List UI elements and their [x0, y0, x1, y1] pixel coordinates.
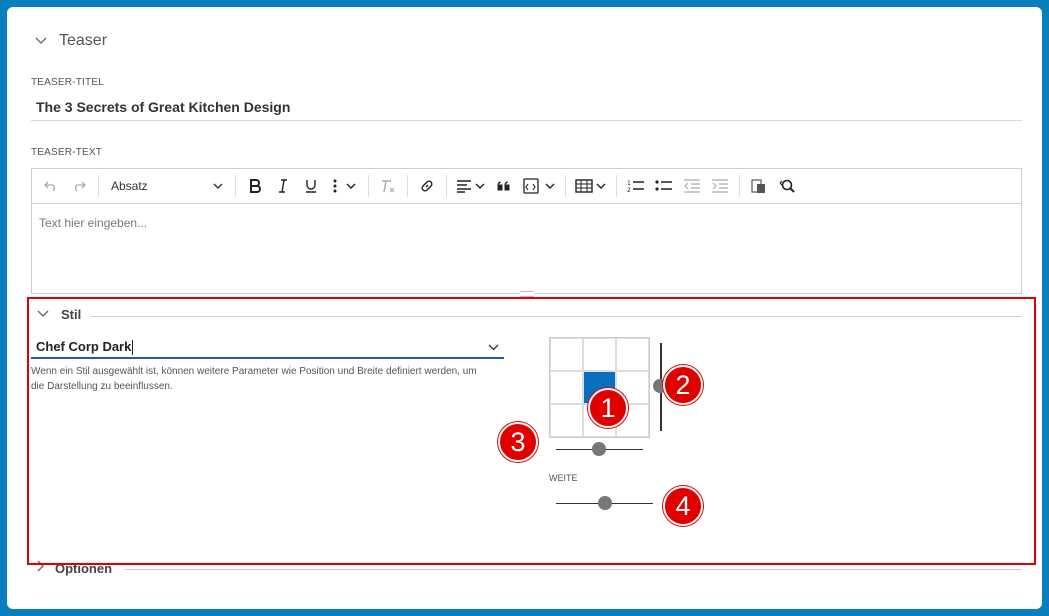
chevron-right-icon [37, 559, 45, 577]
optionen-section-title: Optionen [55, 560, 113, 576]
position-cell[interactable] [616, 338, 649, 371]
position-cell[interactable] [550, 404, 583, 437]
position-cell[interactable] [583, 338, 616, 371]
divider [91, 316, 1022, 317]
teaser-title-input[interactable]: The 3 Secrets of Great Kitchen Design [31, 93, 1022, 121]
editor-resize-handle[interactable] [520, 291, 534, 297]
stil-section-header[interactable]: Stil [37, 305, 81, 323]
style-help-text: Wenn ein Stil ausgewählt ist, können wei… [31, 366, 477, 392]
optionen-section-header[interactable]: Optionen [37, 559, 112, 577]
teaser-card: Teaser TEASER-TITEL The 3 Secrets of Gre… [7, 7, 1042, 609]
toolbar-separator [98, 175, 99, 197]
teaser-section-header[interactable]: Teaser [33, 29, 107, 53]
undo-icon[interactable] [38, 173, 64, 199]
toolbar-separator [565, 175, 566, 197]
style-select-value: Chef Corp Dark [36, 338, 134, 356]
svg-text:1: 1 [627, 180, 631, 187]
svg-text:2: 2 [627, 187, 631, 193]
toolbar-separator [368, 175, 369, 197]
align-icon[interactable] [453, 173, 489, 199]
annotation-badge-1: 1 [588, 388, 628, 428]
paste-icon[interactable] [746, 173, 772, 199]
chevron-down-icon [33, 33, 49, 49]
more-icon[interactable] [326, 173, 362, 199]
title-label: TEASER-TITEL [31, 77, 104, 88]
blockquote-icon[interactable] [491, 173, 517, 199]
underline-icon[interactable] [298, 173, 324, 199]
bold-icon[interactable] [242, 173, 268, 199]
source-icon[interactable] [519, 173, 559, 199]
annotation-badge-3: 3 [498, 422, 538, 462]
chevron-down-icon [488, 344, 499, 350]
annotation-badge-2: 2 [663, 365, 703, 405]
text-label: TEASER-TEXT [31, 147, 103, 158]
teaser-title-value: The 3 Secrets of Great Kitchen Design [36, 98, 291, 115]
weite-label: WEITE [549, 473, 578, 483]
position-cell[interactable] [550, 371, 583, 404]
teaser-section-title: Teaser [59, 32, 108, 49]
editor-placeholder: Text hier eingeben... [39, 216, 148, 230]
chevron-down-icon [37, 305, 49, 323]
stil-section-title: Stil [61, 306, 82, 322]
outdent-icon[interactable] [679, 173, 705, 199]
chevron-down-icon [213, 183, 223, 189]
paragraph-format-select[interactable]: Absatz [105, 173, 229, 199]
find-replace-icon[interactable] [774, 173, 800, 199]
position-cell[interactable] [550, 338, 583, 371]
divider [124, 569, 1022, 570]
indent-icon[interactable] [707, 173, 733, 199]
toolbar-separator [407, 175, 408, 197]
table-icon[interactable] [572, 173, 610, 199]
editor-toolbar: Absatz 1 2 [32, 169, 1021, 204]
rich-text-editor: Absatz 1 2 Text hier eingeben... [31, 168, 1022, 297]
redo-icon[interactable] [66, 173, 92, 199]
numbered-list-icon[interactable]: 12 [623, 173, 649, 199]
remove-format-icon[interactable] [375, 173, 401, 199]
link-icon[interactable] [414, 173, 440, 199]
style-select[interactable]: Chef Corp Dark [31, 337, 504, 359]
toolbar-separator [616, 175, 617, 197]
bulleted-list-icon[interactable] [651, 173, 677, 199]
weite-slider-thumb[interactable] [598, 496, 612, 510]
horizontal-position-slider-thumb[interactable] [592, 442, 606, 456]
annotation-badge-4: 4 [663, 486, 703, 526]
italic-icon[interactable] [270, 173, 296, 199]
paragraph-format-value: Absatz [111, 179, 148, 193]
toolbar-separator [446, 175, 447, 197]
toolbar-separator [739, 175, 740, 197]
editor-content-area[interactable]: Text hier eingeben... [32, 204, 1021, 242]
toolbar-separator [235, 175, 236, 197]
